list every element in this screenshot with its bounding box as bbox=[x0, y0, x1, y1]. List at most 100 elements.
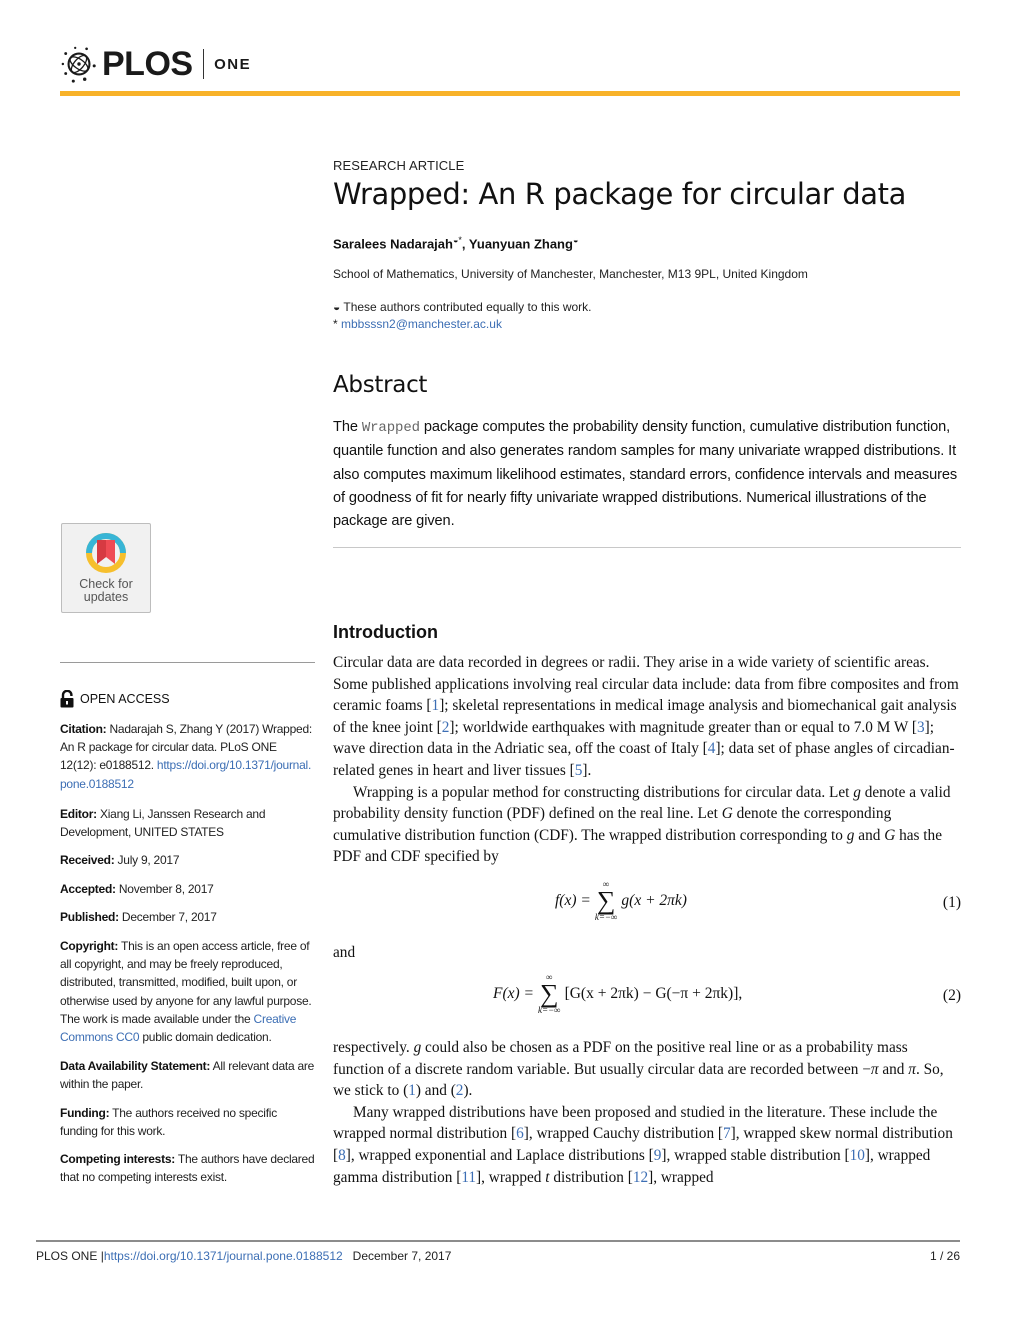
ref-link[interactable]: 7 bbox=[723, 1125, 731, 1142]
math-var: G bbox=[721, 805, 733, 823]
accepted-label: Accepted: bbox=[60, 882, 116, 896]
intro-paragraph-4: Many wrapped distributions have been pro… bbox=[333, 1102, 961, 1188]
author-name[interactable]: Yuanyuan Zhang bbox=[469, 236, 573, 251]
package-name: Wrapped bbox=[361, 420, 420, 436]
corresponding-mark: * bbox=[333, 317, 342, 331]
sum-lower-limit: k=−∞ bbox=[538, 1005, 561, 1015]
email-link[interactable]: mbbsssn2@manchester.ac.uk bbox=[341, 317, 502, 331]
math-var: π bbox=[908, 1060, 916, 1078]
data-availability: Data Availability Statement: All relevan… bbox=[60, 1057, 316, 1093]
published-label: Published: bbox=[60, 910, 119, 924]
editor: Editor: Xiang Li, Janssen Research and D… bbox=[60, 805, 316, 841]
abstract-heading: Abstract bbox=[333, 372, 428, 398]
abstract-body: package computes the probability density… bbox=[333, 419, 958, 530]
text-run: ], wrapped bbox=[648, 1168, 714, 1186]
ref-link[interactable]: 11 bbox=[461, 1169, 476, 1186]
text-run: ], wrapped stable distribution [ bbox=[661, 1146, 850, 1164]
article-type: RESEARCH ARTICLE bbox=[333, 158, 465, 173]
cfu-line2: updates bbox=[83, 590, 129, 604]
math-var: π bbox=[870, 1060, 879, 1078]
text-run: ]; worldwide earthquakes with magnitude … bbox=[449, 718, 917, 736]
header-accent-bar bbox=[60, 91, 960, 96]
author-marks: ◒* bbox=[452, 235, 462, 245]
text-run: ], wrapped bbox=[476, 1168, 546, 1186]
funding-label: Funding: bbox=[60, 1106, 110, 1120]
competing-interests: Competing interests: The authors have de… bbox=[60, 1150, 316, 1186]
competing-label: Competing interests: bbox=[60, 1152, 176, 1166]
equal-contribution-icon: ◒ bbox=[333, 300, 341, 314]
text-run: ], wrapped Cauchy distribution [ bbox=[523, 1125, 724, 1143]
open-access-text: OPEN ACCESS bbox=[80, 692, 170, 706]
summation-symbol: ∞ ∑ k=−∞ bbox=[538, 972, 561, 1015]
footer-date: December 7, 2017 bbox=[352, 1249, 452, 1263]
citation-label: Citation: bbox=[60, 722, 107, 736]
plos-globe-icon bbox=[61, 46, 96, 83]
equation-number: (1) bbox=[942, 894, 961, 911]
check-for-updates-label: Check for updates bbox=[79, 578, 133, 604]
equation-number: (2) bbox=[942, 987, 961, 1004]
text-run: Wrapping is a popular method for constru… bbox=[353, 783, 854, 801]
math-var: G bbox=[884, 826, 896, 844]
and-text: and bbox=[333, 944, 356, 961]
check-for-updates-badge[interactable]: Check for updates bbox=[61, 523, 151, 613]
citation: Citation: Nadarajah S, Zhang Y (2017) Wr… bbox=[60, 720, 316, 793]
text-run: and bbox=[854, 826, 885, 844]
author-name[interactable]: Saralees Nadarajah bbox=[333, 236, 453, 251]
abstract-text: The Wrapped package computes the probabi… bbox=[333, 416, 961, 533]
ref-link[interactable]: 12 bbox=[633, 1169, 648, 1186]
published-text: December 7, 2017 bbox=[118, 910, 217, 924]
logo-one-text: ONE bbox=[214, 55, 252, 73]
intro-paragraph-2: Wrapping is a popular method for constru… bbox=[333, 782, 961, 868]
eq1-lhs: f(x) = bbox=[555, 892, 591, 909]
abstract-lead: The bbox=[333, 419, 362, 435]
text-run: ]. bbox=[582, 761, 592, 779]
received-text: July 9, 2017 bbox=[114, 853, 180, 867]
sum-lower-limit: k=−∞ bbox=[594, 912, 618, 922]
footer-rule bbox=[36, 1240, 960, 1242]
text-run: ) and ( bbox=[415, 1082, 456, 1100]
text-run: respectively. bbox=[333, 1039, 414, 1056]
footer-doi-link[interactable]: https://doi.org/10.1371/journal.pone.018… bbox=[104, 1249, 343, 1263]
contribution-note: ◒ These authors contributed equally to t… bbox=[333, 300, 961, 314]
eq2-rhs: [G(x + 2πk) − G(−π + 2πk)], bbox=[564, 985, 743, 1002]
data-availability-label: Data Availability Statement: bbox=[60, 1059, 211, 1073]
open-access-label: OPEN ACCESS bbox=[60, 690, 170, 708]
plos-one-logo[interactable]: PLOS ONE bbox=[60, 44, 251, 84]
intro-paragraph-3: respectively. g could also be chosen as … bbox=[333, 1037, 961, 1188]
ref-link[interactable]: 6 bbox=[516, 1125, 524, 1142]
equation-2: F(x) = ∞ ∑ k=−∞ [G(x + 2πk) − G(−π + 2πk… bbox=[333, 973, 961, 1019]
sidebar-divider bbox=[60, 662, 315, 663]
unlocked-padlock-icon bbox=[60, 690, 74, 708]
abstract-divider bbox=[333, 547, 961, 548]
received-date: Received: July 9, 2017 bbox=[60, 851, 316, 869]
equation-ref-link[interactable]: 1 bbox=[408, 1082, 416, 1099]
article-title: Wrapped: An R package for circular data bbox=[333, 177, 906, 211]
accepted-text: November 8, 2017 bbox=[115, 882, 214, 896]
intro-paragraph-1: Circular data are data recorded in degre… bbox=[333, 652, 961, 868]
author-list: Saralees Nadarajah◒*, Yuanyuan Zhang◒ bbox=[333, 235, 961, 251]
published-date: Published: December 7, 2017 bbox=[60, 908, 316, 926]
text-run: and bbox=[878, 1060, 909, 1078]
author-separator: , bbox=[461, 236, 469, 252]
ref-link[interactable]: 8 bbox=[338, 1147, 346, 1164]
bookmark-update-icon bbox=[86, 533, 126, 573]
editor-label: Editor: bbox=[60, 807, 97, 821]
equation-1: f(x) = ∞ ∑ k=−∞ g(x + 2πk) (1) bbox=[333, 880, 961, 924]
footer-journal: PLOS ONE | bbox=[36, 1249, 104, 1263]
ref-link[interactable]: 10 bbox=[850, 1147, 865, 1164]
page-footer: PLOS ONE | https://doi.org/10.1371/journ… bbox=[36, 1249, 960, 1263]
copyright-label: Copyright: bbox=[60, 939, 119, 953]
text-run: distribution [ bbox=[549, 1168, 633, 1186]
received-label: Received: bbox=[60, 853, 115, 867]
text-run: ). bbox=[463, 1082, 473, 1100]
logo-plos-text: PLOS bbox=[102, 45, 193, 83]
summation-symbol: ∞ ∑ k=−∞ bbox=[594, 879, 618, 922]
affiliation: School of Mathematics, University of Man… bbox=[333, 267, 808, 281]
funding: Funding: The authors received no specifi… bbox=[60, 1104, 316, 1140]
math-var: g bbox=[853, 783, 861, 801]
copyright-tail: public domain dedication. bbox=[139, 1030, 272, 1045]
eq2-lhs: F(x) = bbox=[493, 985, 535, 1002]
ref-link[interactable]: 3 bbox=[917, 719, 925, 736]
corresponding-email-line: * mbbsssn2@manchester.ac.uk bbox=[333, 317, 961, 331]
introduction-heading: Introduction bbox=[333, 622, 438, 642]
